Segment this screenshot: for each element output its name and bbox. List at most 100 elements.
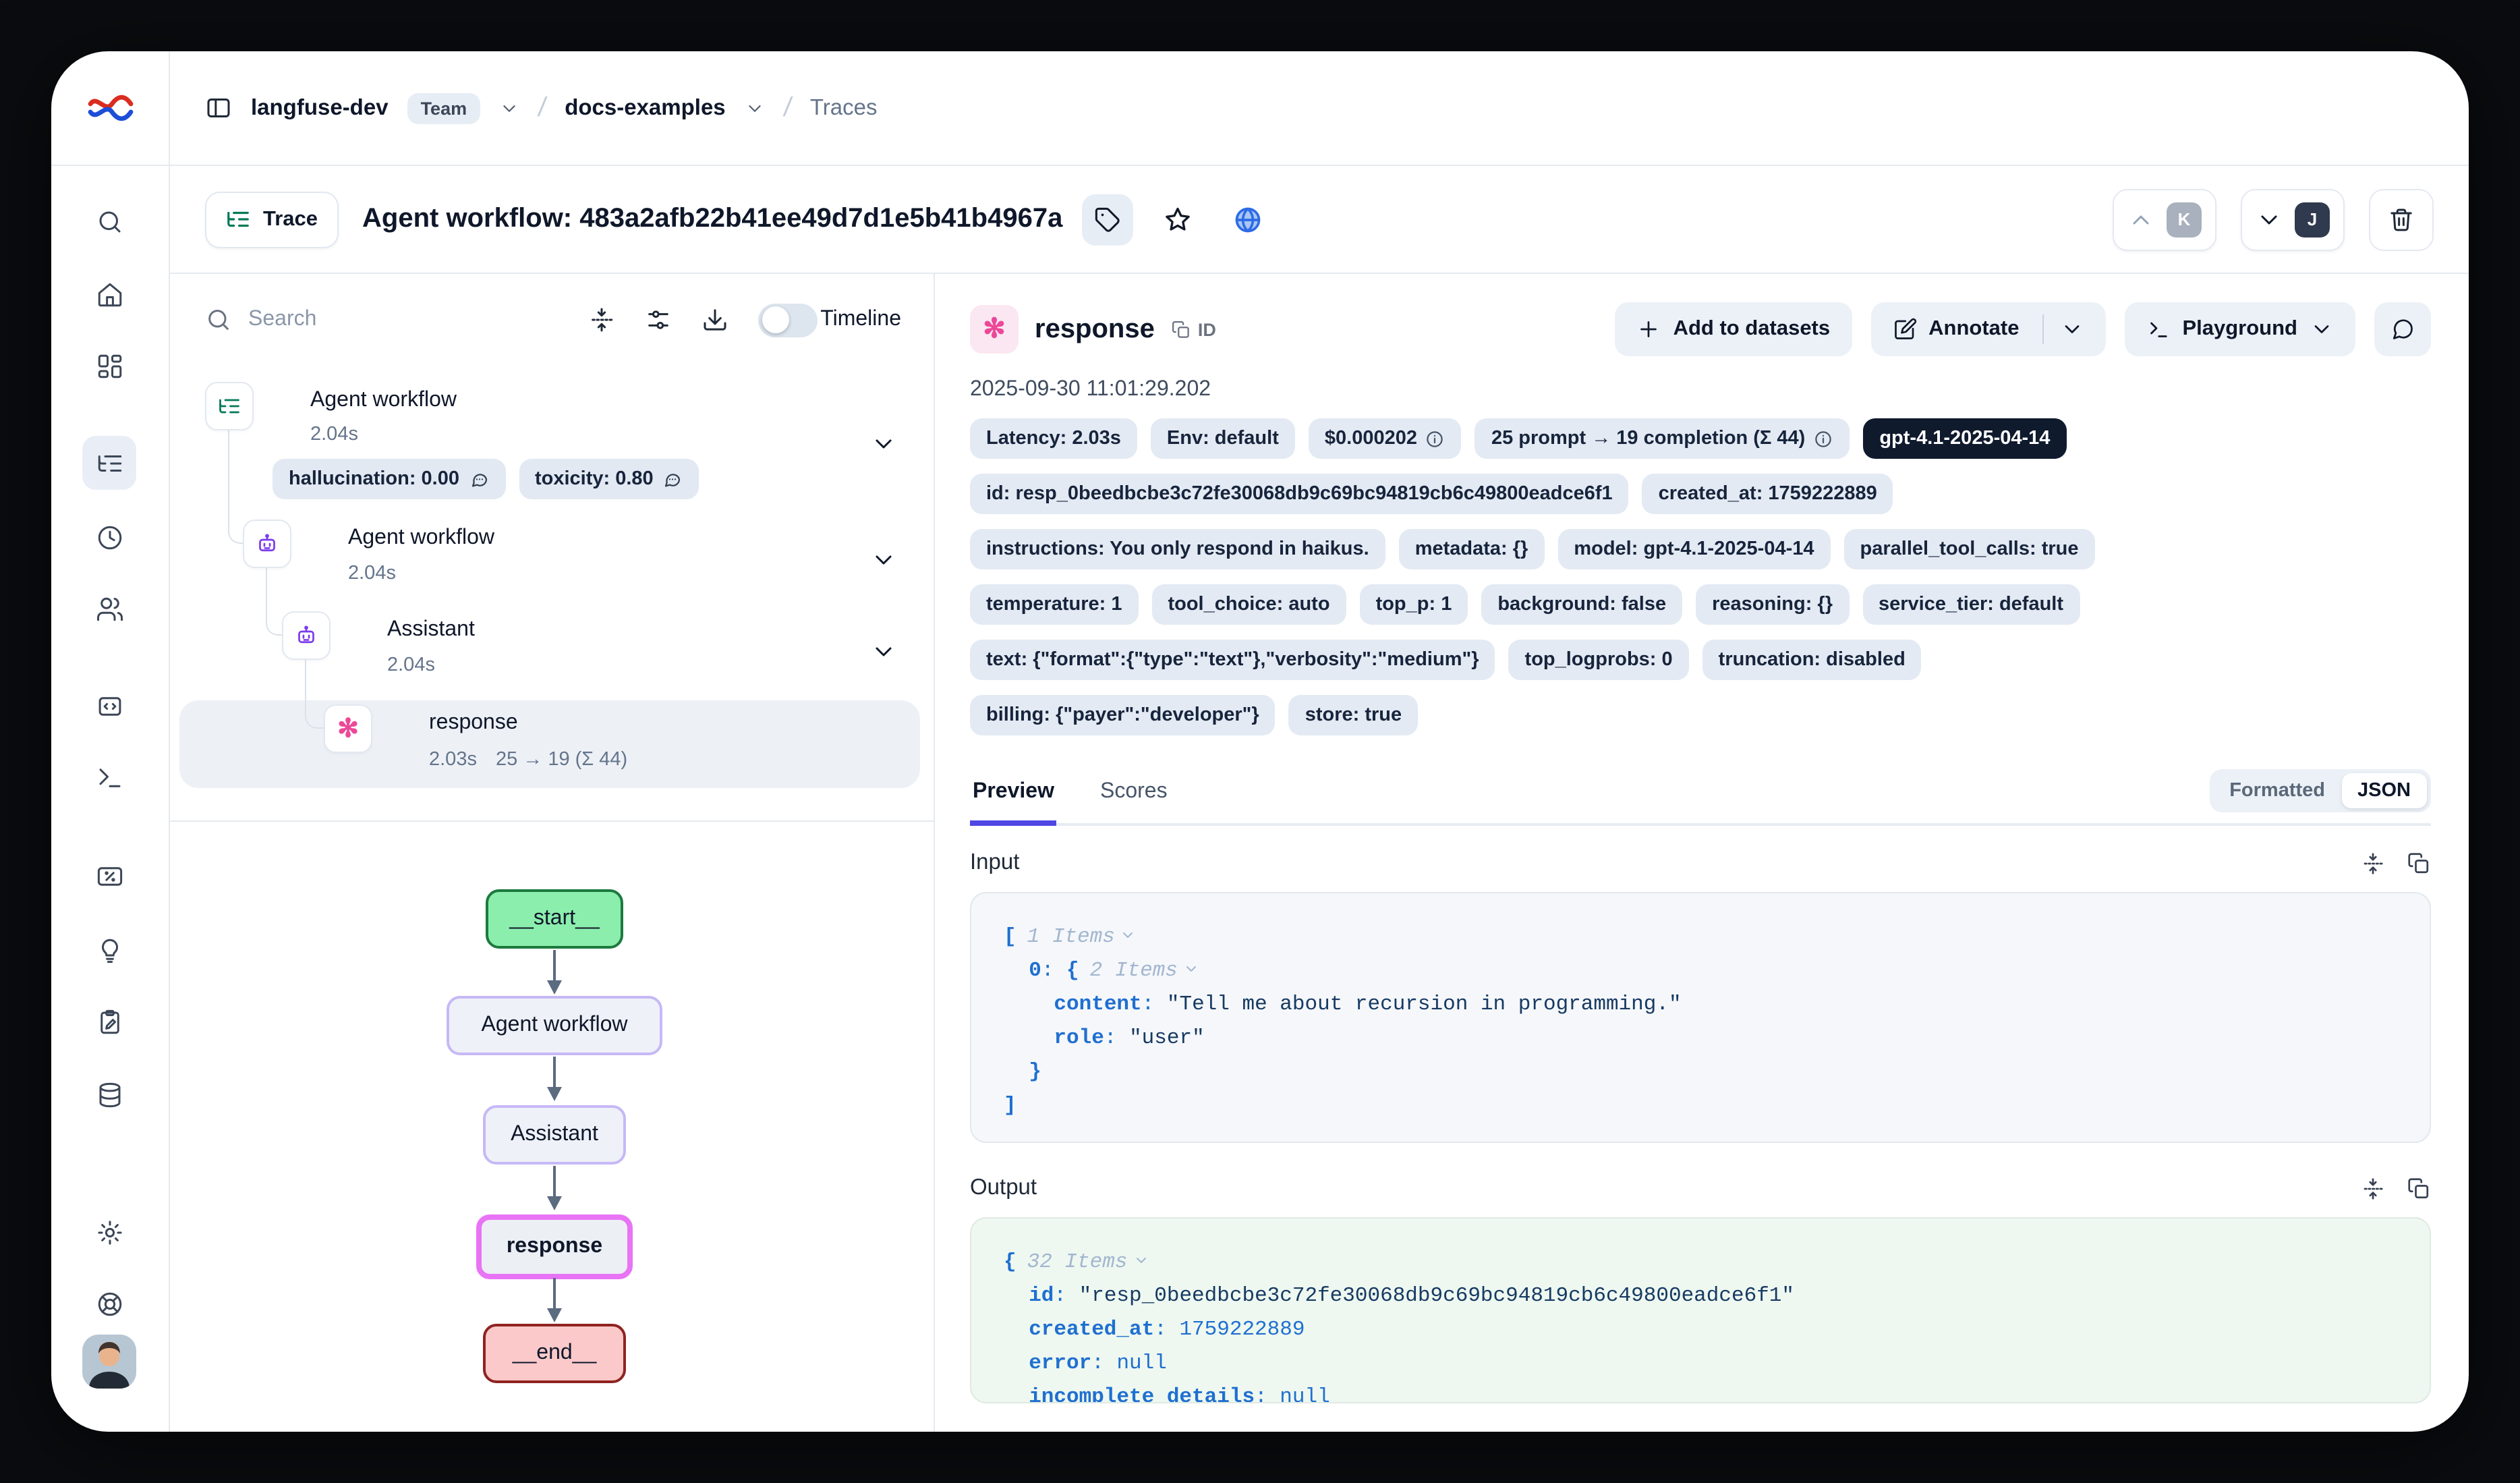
generation-node-icon[interactable]: ✻ [324,704,372,753]
org-switcher[interactable] [499,98,519,118]
collapse-items-toggle[interactable]: 1 Items [1027,924,1137,949]
sidebar-item-annotation-queues[interactable] [82,995,136,1048]
metadata-chip-row: text: {"format":{"type":"text"},"verbosi… [970,640,2431,680]
main-area: langfuse-dev Team / docs-examples / Trac… [170,51,2469,1432]
copy-icon[interactable] [2407,1176,2431,1200]
chip-label: top_p: 1 [1376,594,1452,615]
openai-icon: ✻ [983,316,1006,343]
comment-icon[interactable] [469,469,489,489]
json-token-punct: : [1091,1351,1116,1375]
tree-row-trace[interactable]: Agent workflow [310,389,457,413]
tree-row-response[interactable]: response [429,711,518,735]
chip-label: Latency: 2.03s [986,428,1121,449]
copy-id-button[interactable]: ID [1171,319,1216,339]
metadata-chip: instructions: You only respond in haikus… [970,529,1385,569]
sidebar-item-prompts[interactable] [82,679,136,733]
score-chip-hallucination: hallucination: 0.00 [273,459,505,499]
collapse-row-button[interactable] [870,638,897,665]
comments-button[interactable] [2374,302,2431,356]
tags-button[interactable] [1081,194,1133,245]
download-icon[interactable] [701,306,728,333]
previous-trace-button[interactable]: K [2113,188,2216,250]
tree-row-meta: 2.03s 25 → 19 (Σ 44) [429,749,627,771]
graph-node-response[interactable]: response [476,1214,633,1279]
trace-nav-group: K J [2113,188,2434,250]
json-token-key: error [1029,1351,1091,1375]
copy-icon[interactable] [2407,851,2431,875]
breadcrumb-page[interactable]: Traces [810,95,878,121]
playground-button[interactable]: Playground [2124,302,2355,356]
agent-node-icon[interactable] [282,611,331,660]
sidebar-item-home[interactable] [82,267,136,321]
collapse-row-button[interactable] [870,547,897,573]
tab-preview[interactable]: Preview [970,780,1057,826]
sidebar-item-evaluation[interactable] [82,923,136,977]
json-token-key: created_at [1029,1317,1154,1341]
trace-node-icon[interactable] [205,382,254,430]
logo-area [51,51,169,166]
view-settings-icon[interactable] [645,306,672,333]
json-line: 0: {2 Items [1004,954,2397,988]
json-token-key: content [1054,992,1141,1016]
evaluation-icon [95,936,123,964]
org-name[interactable]: langfuse-dev [251,95,389,121]
user-avatar[interactable] [82,1335,136,1389]
sidebar-item-users[interactable] [82,582,136,636]
sidebar-item-dashboards[interactable] [82,339,136,393]
sidebar-item-tracing[interactable] [82,436,136,490]
panel-toggle-button[interactable] [205,94,232,121]
tree-row-agent-workflow[interactable]: Agent workflow [348,526,494,551]
trace-header-bar: Trace Agent workflow: 483a2afb22b41ee49d… [170,166,2469,274]
collapse-section-icon[interactable] [2361,851,2385,875]
sidebar-item-settings[interactable] [82,1205,136,1259]
chip-label: created_at: 1759222889 [1659,483,1877,505]
response-token-usage: 25 → 19 (Σ 44) [496,749,627,771]
timeline-toggle[interactable] [758,303,818,337]
agent-node-icon[interactable] [243,520,291,568]
graph-node-end[interactable]: __end__ [483,1324,626,1383]
sidebar-item-playground[interactable] [82,750,136,804]
output-section-header: Output [970,1175,2431,1201]
graph-node-assistant[interactable]: Assistant [483,1105,626,1165]
metadata-chip: billing: {"payer":"developer"} [970,695,1276,735]
format-toggle: Formatted JSON [2209,769,2431,812]
chevron-down-icon [2256,206,2283,233]
panel-left-icon [205,94,232,121]
json-token-null: null [1116,1351,1166,1375]
bookmark-button[interactable] [1151,194,1203,245]
avatar-photo [82,1335,136,1389]
globe-icon [1232,204,1262,234]
langfuse-logo-icon[interactable] [86,92,134,124]
sidebar-item-sessions[interactable] [82,510,136,564]
visibility-button[interactable] [1222,194,1273,245]
project-name[interactable]: docs-examples [565,95,725,121]
collapse-items-toggle[interactable]: 2 Items [1090,958,1199,982]
collapse-items-toggle[interactable]: 32 Items [1027,1250,1149,1274]
metadata-chip: tool_choice: auto [1151,584,1346,625]
delete-trace-button[interactable] [2369,188,2434,250]
chip-label: metadata: {} [1415,538,1528,560]
tab-scores[interactable]: Scores [1097,780,1170,826]
format-toggle-json[interactable]: JSON [2341,773,2427,808]
sidebar-item-support[interactable] [82,1277,136,1331]
annotate-button[interactable]: Annotate [1870,302,2105,356]
project-switcher[interactable] [745,98,765,118]
graph-node-start[interactable]: __start__ [486,889,623,949]
graph-node-agent-workflow[interactable]: Agent workflow [447,996,662,1055]
chip-label: tool_choice: auto [1168,594,1329,615]
collapse-section-icon[interactable] [2361,1176,2385,1200]
next-trace-button[interactable]: J [2241,188,2345,250]
metadata-chip: parallel_tool_calls: true [1844,529,2095,569]
sidebar-item-scores[interactable] [82,849,136,903]
collapse-all-icon[interactable] [588,306,615,333]
collapse-row-button[interactable] [870,430,897,457]
add-to-datasets-button[interactable]: Add to datasets [1615,302,1852,356]
format-toggle-formatted[interactable]: Formatted [2213,773,2341,808]
comment-icon[interactable] [663,469,683,489]
tree-row-assistant[interactable]: Assistant [387,618,475,642]
sidebar-item-datasets[interactable] [82,1067,136,1121]
chevron-down-icon[interactable] [2059,317,2084,341]
search-input[interactable] [246,306,426,333]
annotation-icon [95,1007,123,1036]
sidebar-item-search[interactable] [82,194,136,248]
